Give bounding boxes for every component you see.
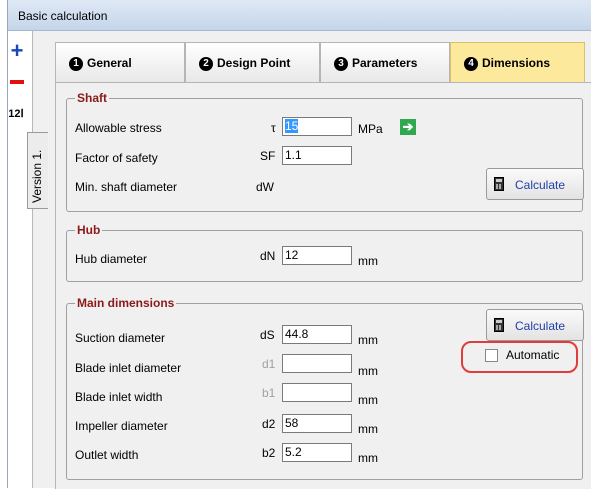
blade-inlet-width-unit: mm xyxy=(358,393,378,407)
outlet-width-field[interactable]: 5.2 xyxy=(282,443,352,462)
factor-of-safety-label: Factor of safety xyxy=(75,151,158,165)
blade-inlet-diameter-symbol: d1 xyxy=(262,357,276,371)
main-dimensions-group-title: Main dimensions xyxy=(75,296,177,310)
tab-label: Dimensions xyxy=(482,56,551,70)
impeller-diameter-field[interactable]: 58 xyxy=(282,414,352,433)
automatic-checkbox[interactable] xyxy=(485,349,498,362)
blade-inlet-width-field[interactable] xyxy=(282,383,352,402)
tab-general[interactable]: 1 General xyxy=(55,42,185,82)
calculate-button-label: Calculate xyxy=(515,319,566,333)
hub-group-title: Hub xyxy=(75,223,103,237)
min-shaft-diameter-symbol: dW xyxy=(256,180,274,194)
impeller-diameter-unit: mm xyxy=(358,422,378,436)
title-bar: Basic calculation xyxy=(8,0,591,31)
shaft-group-title: Shaft xyxy=(75,91,109,105)
hub-diameter-field[interactable]: 12 xyxy=(282,246,352,265)
tab-label: Design Point xyxy=(217,56,291,70)
calculator-icon xyxy=(494,177,504,191)
tab-number-badge: 3 xyxy=(334,57,348,71)
version-tab-label: Version 1. xyxy=(30,149,44,203)
tab-number-badge: 2 xyxy=(199,57,213,71)
outlet-width-symbol: b2 xyxy=(262,446,276,460)
arrow-right-icon[interactable]: ➔ xyxy=(400,119,416,135)
blade-inlet-diameter-label: Blade inlet diameter xyxy=(75,361,182,375)
blade-inlet-diameter-unit: mm xyxy=(358,364,378,378)
allowable-stress-label: Allowable stress xyxy=(75,121,162,135)
tab-label: General xyxy=(87,56,132,70)
suction-diameter-label: Suction diameter xyxy=(75,331,166,345)
tab-design-point[interactable]: 2 Design Point xyxy=(185,42,320,82)
blade-inlet-width-label: Blade inlet width xyxy=(75,390,163,404)
main-calculate-button[interactable]: Calculate xyxy=(486,309,584,341)
blade-inlet-diameter-field[interactable] xyxy=(282,354,352,373)
outlet-width-unit: mm xyxy=(358,451,378,465)
impeller-diameter-symbol: d2 xyxy=(262,417,276,431)
window-title: Basic calculation xyxy=(18,9,108,23)
calculator-icon xyxy=(494,318,504,332)
tab-number-badge: 4 xyxy=(464,57,478,71)
units-toggle-icon[interactable]: 12Ⅰ xyxy=(6,107,26,127)
blade-inlet-width-symbol: b1 xyxy=(262,386,276,400)
allowable-stress-symbol: τ xyxy=(271,121,276,135)
factor-of-safety-symbol: SF xyxy=(260,149,276,163)
left-toolbar xyxy=(8,31,33,488)
tab-dimensions[interactable]: 4 Dimensions xyxy=(450,42,585,82)
allowable-stress-field[interactable]: 15 xyxy=(282,117,352,136)
tab-label: Parameters xyxy=(352,56,418,70)
impeller-diameter-label: Impeller diameter xyxy=(75,419,168,433)
suction-diameter-symbol: dS xyxy=(260,328,275,342)
tab-parameters[interactable]: 3 Parameters xyxy=(320,42,450,82)
version-tab[interactable]: Version 1. xyxy=(27,132,48,209)
suction-diameter-field[interactable]: 44.8 xyxy=(282,325,352,344)
calculate-button-label: Calculate xyxy=(515,178,566,192)
factor-of-safety-field[interactable]: 1.1 xyxy=(282,146,352,165)
allowable-stress-unit: MPa xyxy=(358,122,383,136)
hub-diameter-unit: mm xyxy=(358,254,378,268)
min-shaft-diameter-label: Min. shaft diameter xyxy=(75,180,178,194)
minus-icon[interactable] xyxy=(7,72,27,92)
automatic-checkbox-label[interactable]: Automatic xyxy=(506,348,559,362)
shaft-calculate-button[interactable]: Calculate xyxy=(486,168,584,200)
tab-number-badge: 1 xyxy=(69,57,83,71)
suction-diameter-unit: mm xyxy=(358,333,378,347)
plus-icon[interactable]: + xyxy=(7,40,27,62)
hub-diameter-symbol: dN xyxy=(260,249,276,263)
hub-diameter-label: Hub diameter xyxy=(75,252,148,266)
outlet-width-label: Outlet width xyxy=(75,448,139,462)
